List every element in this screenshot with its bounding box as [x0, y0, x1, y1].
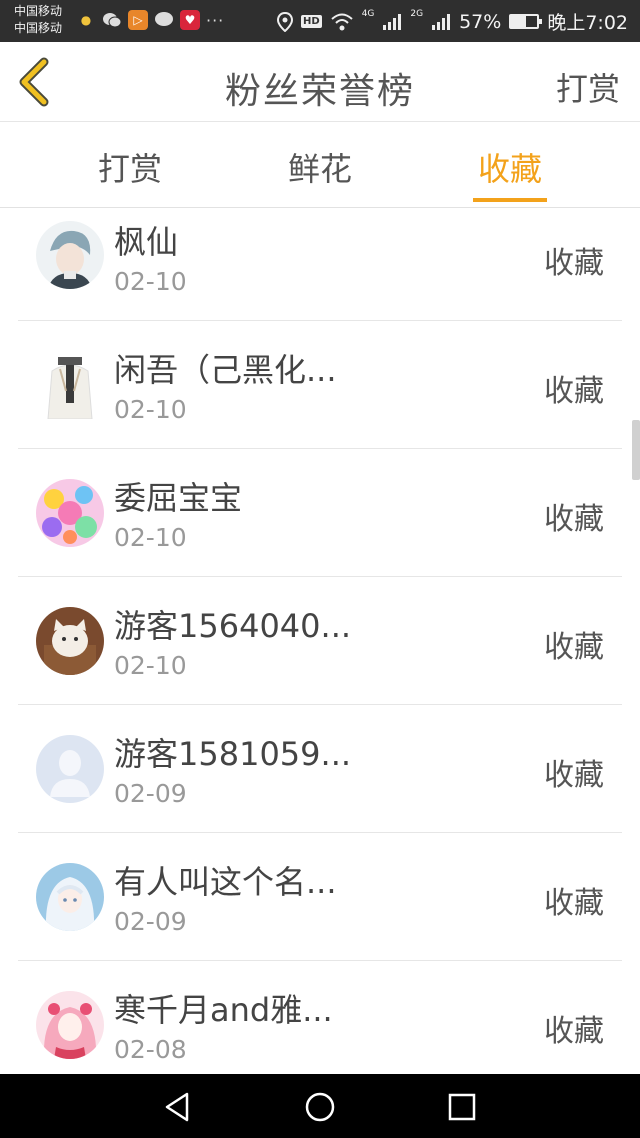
avatar [36, 221, 104, 289]
back-nav-button[interactable] [161, 1090, 195, 1124]
fan-date: 02-10 [114, 523, 187, 552]
avatar [36, 479, 104, 547]
fan-name: 游客1564040... [114, 607, 352, 645]
battery-percent: 57% [459, 10, 502, 33]
home-nav-button[interactable] [303, 1090, 337, 1124]
carrier-2: 中国移动 [14, 21, 63, 35]
list-item[interactable]: 闲吾（己黑化... 02-10 收藏 [18, 321, 622, 449]
fan-date: 02-10 [114, 651, 187, 680]
fan-action-type: 收藏 [544, 374, 604, 409]
list-item[interactable]: 有人叫这个名... 02-09 收藏 [18, 833, 622, 961]
hd-badge: HD [301, 15, 322, 28]
bulb-icon: ● [80, 13, 92, 27]
network-type-2: 2G [410, 8, 424, 19]
tab-reward[interactable]: 打赏 [70, 144, 190, 190]
fan-date: 02-10 [114, 267, 187, 296]
avatar [36, 351, 104, 419]
avatar [36, 863, 104, 931]
app-header: 粉丝荣誉榜 打赏 [0, 42, 640, 122]
fan-action-type: 收藏 [544, 886, 604, 921]
list-item[interactable]: 委屈宝宝 02-10 收藏 [18, 449, 622, 577]
signal-icon-1 [383, 13, 402, 30]
fan-name: 游客1581059... [114, 735, 352, 773]
fan-action-type: 收藏 [544, 246, 604, 281]
circle-home-icon [305, 1092, 335, 1122]
fan-name: 寒千月and雅... [114, 991, 333, 1029]
fan-action-type: 收藏 [544, 630, 604, 665]
system-nav-bar [0, 1074, 640, 1138]
fan-name: 委屈宝宝 [114, 479, 243, 517]
fan-name: 枫仙 [114, 223, 179, 261]
signal-icon-2 [432, 13, 451, 30]
battery-icon [509, 14, 543, 29]
recents-nav-button[interactable] [445, 1090, 479, 1124]
video-app-icon: ▷ [128, 10, 148, 30]
heart-app-icon: ♥ [180, 10, 200, 30]
reward-button[interactable]: 打赏 [556, 64, 620, 110]
notification-icons: ● ▷ ♥ ··· [76, 10, 224, 30]
status-right: HD 4G 2G 57% 晚上7:02 [277, 8, 628, 35]
list-item[interactable]: 寒千月and雅... 02-08 收藏 [18, 961, 622, 1074]
more-notifications-icon: ··· [206, 10, 225, 30]
tab-flowers[interactable]: 鲜花 [260, 144, 380, 190]
wechat-icon [102, 10, 122, 30]
tab-bar: 打赏 鲜花 收藏 [0, 122, 640, 208]
avatar [36, 607, 104, 675]
avatar [36, 991, 104, 1059]
battery-level [511, 16, 527, 27]
tab-favorites[interactable]: 收藏 [450, 144, 570, 190]
carrier-1: 中国移动 [14, 4, 63, 18]
avatar [36, 735, 104, 803]
fan-date: 02-09 [114, 907, 187, 936]
list-item[interactable]: 游客1581059... 02-09 收藏 [18, 705, 622, 833]
fan-name: 闲吾（己黑化... [114, 351, 337, 389]
carrier-info: 中国移动 中国移动 [14, 3, 62, 37]
chat-icon [154, 10, 174, 30]
list-item[interactable]: 游客1564040... 02-10 收藏 [18, 577, 622, 705]
location-icon [277, 11, 294, 32]
triangle-back-icon [165, 1092, 189, 1122]
fan-action-type: 收藏 [544, 502, 604, 537]
active-tab-indicator [473, 198, 547, 202]
fan-action-type: 收藏 [544, 758, 604, 793]
square-recents-icon [448, 1093, 476, 1121]
fan-date: 02-10 [114, 395, 187, 424]
fan-action-type: 收藏 [544, 1014, 604, 1049]
status-bar: 中国移动 中国移动 ● ▷ ♥ ··· HD 4G 2G 57% 晚上7:02 [0, 0, 640, 42]
default-user-icon [36, 735, 104, 803]
fan-name: 有人叫这个名... [114, 863, 337, 901]
clock: 晚上7:02 [547, 12, 628, 34]
network-type-1: 4G [361, 8, 375, 19]
fan-date: 02-08 [114, 1035, 187, 1064]
wifi-icon [331, 13, 353, 30]
fan-date: 02-09 [114, 779, 187, 808]
page-title: 粉丝荣誉榜 [224, 71, 415, 112]
fan-list[interactable]: 枫仙 02-10 收藏 闲吾（己黑化... 02-10 收藏 委屈宝宝 02-1… [0, 209, 640, 1074]
list-item[interactable]: 枫仙 02-10 收藏 [18, 209, 622, 321]
scrollbar[interactable] [632, 420, 640, 480]
